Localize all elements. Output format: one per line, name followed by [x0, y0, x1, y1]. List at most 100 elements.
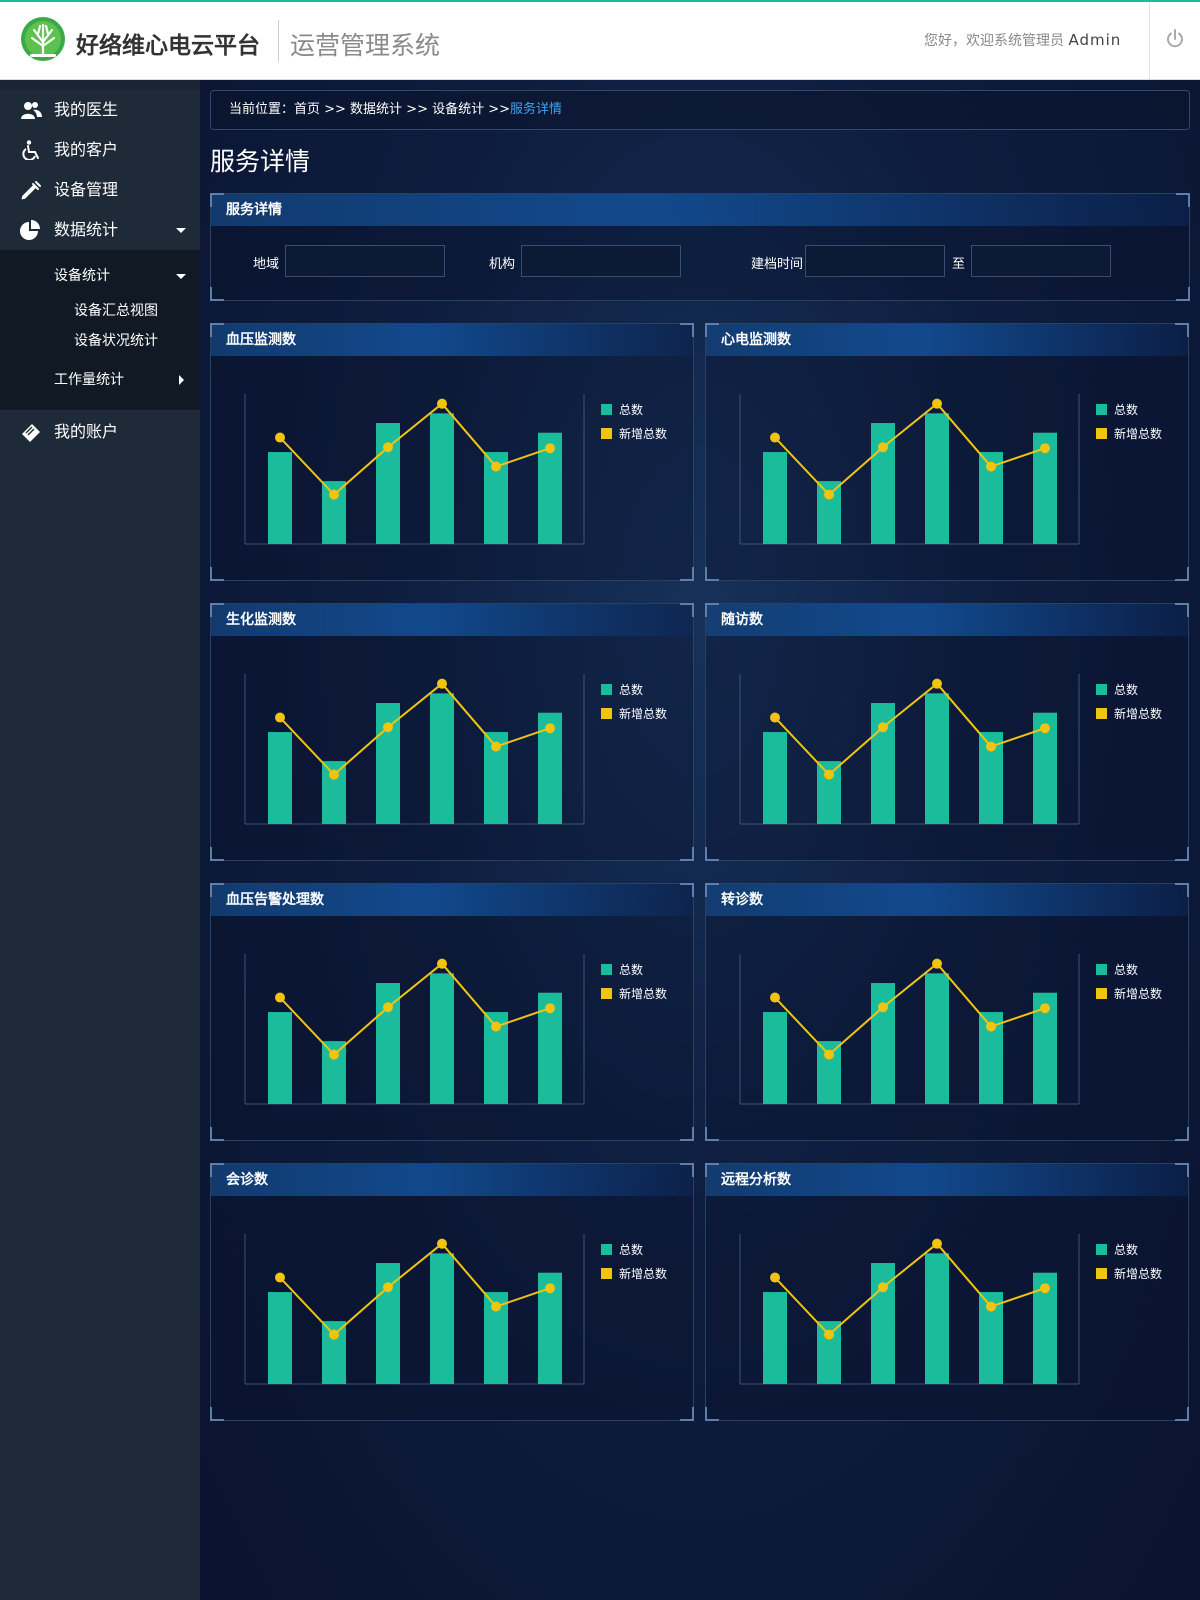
line-point — [437, 1238, 447, 1249]
line-point — [824, 489, 834, 500]
series-line — [774, 962, 1046, 1057]
bar — [268, 1012, 292, 1104]
chart-plot: 总数新增总数 — [739, 674, 1162, 825]
breadcrumb-current: 服务详情 — [510, 102, 563, 117]
legend-swatch — [1096, 988, 1107, 999]
line-point — [878, 442, 888, 453]
sidebar-item-status-stats[interactable]: 设备状况统计 — [0, 326, 200, 356]
legend-label: 新增总数 — [1114, 426, 1162, 441]
sidebar-item-my-account[interactable]: 我的账户 — [0, 412, 200, 452]
panel-corner — [680, 323, 694, 337]
legend-label: 总数 — [1114, 1242, 1138, 1257]
legend-swatch — [1096, 1268, 1107, 1279]
legend-label: 总数 — [1114, 962, 1138, 977]
chart-plot: 总数新增总数 — [739, 954, 1162, 1105]
series-line — [279, 402, 551, 497]
bar — [430, 693, 454, 824]
chart-panel: 血压监测数 总数 新增总数 — [210, 323, 694, 581]
sidebar-item-data-statistics[interactable]: 数据统计 — [0, 210, 200, 250]
region-input[interactable] — [285, 245, 445, 277]
line-point — [878, 1282, 888, 1293]
filter-panel-title: 服务详情 — [211, 194, 1189, 226]
line-point — [383, 1002, 393, 1013]
panel-corner — [680, 1163, 694, 1177]
series-line — [279, 682, 551, 777]
chevron-down-icon — [176, 228, 186, 233]
bar — [925, 1253, 949, 1384]
series-line — [774, 682, 1046, 777]
date-to-input[interactable] — [971, 245, 1111, 277]
panel-corner — [1175, 1163, 1189, 1177]
user-name[interactable]: Admin — [1068, 31, 1121, 49]
line-point — [491, 741, 501, 752]
sidebar-item-my-doctors[interactable]: 我的医生 — [0, 90, 200, 130]
page-title: 服务详情 — [210, 147, 311, 176]
to-label: 至 — [952, 257, 966, 272]
legend-label: 总数 — [619, 682, 643, 697]
syringe-icon — [21, 181, 41, 200]
org-input[interactable] — [521, 245, 681, 277]
legend-swatch — [1096, 964, 1107, 975]
bar — [430, 973, 454, 1104]
line-point — [932, 1238, 942, 1249]
legend-swatch — [601, 1244, 612, 1255]
line-point — [491, 1021, 501, 1032]
legend-label: 总数 — [1114, 402, 1138, 417]
power-icon[interactable] — [1164, 28, 1186, 50]
line-point — [770, 1272, 780, 1283]
line-point — [437, 958, 447, 969]
sidebar-item-label: 我的账户 — [54, 422, 119, 441]
panel-corner — [705, 603, 719, 617]
pie-chart-icon — [20, 220, 40, 240]
line-point — [986, 741, 996, 752]
header: 好络维心电云平台 运营管理系统 您好，欢迎系统管理员 Admin — [0, 2, 1200, 80]
line-point — [986, 1301, 996, 1312]
chart-title: 心电监测数 — [706, 324, 1188, 356]
line-point — [275, 712, 285, 723]
sidebar-item-summary-view[interactable]: 设备汇总视图 — [0, 296, 200, 326]
line-point — [878, 722, 888, 733]
breadcrumb-path[interactable]: 当前位置：首页 >> 数据统计 >> 设备统计 >> — [229, 102, 510, 117]
legend-label: 总数 — [619, 962, 643, 977]
sidebar-item-label: 数据统计 — [54, 220, 119, 239]
chart-panel: 心电监测数总数新增总数 — [705, 323, 1189, 581]
legend-label: 总数 — [1114, 682, 1138, 697]
bar — [925, 973, 949, 1104]
chart-panel: 随访数总数 新增总数 — [705, 603, 1189, 861]
line-point — [986, 461, 996, 472]
line-point — [275, 432, 285, 443]
legend-label: 新增总数 — [1114, 986, 1162, 1001]
wallet-icon — [22, 424, 40, 442]
series-line — [774, 1242, 1046, 1337]
line-point — [770, 432, 780, 443]
bar — [763, 452, 787, 544]
sidebar-item-my-clients[interactable]: 我的客户 — [0, 130, 200, 170]
brand-name: 好络维心电云平台 — [76, 33, 260, 59]
bar — [268, 452, 292, 544]
bar — [763, 1012, 787, 1104]
sidebar-item-device-management[interactable]: 设备管理 — [0, 170, 200, 210]
sidebar-subitem-label: 设备统计 — [54, 268, 110, 284]
chart-title: 随访数 — [706, 604, 1188, 636]
line-point — [770, 992, 780, 1003]
bar — [430, 1253, 454, 1384]
legend-swatch — [1096, 404, 1107, 415]
bar — [268, 732, 292, 824]
panel-corner — [210, 1163, 224, 1177]
sidebar-item-workload-stats[interactable]: 工作量统计 — [0, 360, 200, 400]
legend-label: 新增总数 — [619, 426, 667, 441]
sidebar-item-device-stats[interactable]: 设备统计 — [0, 256, 200, 296]
chevron-right-icon — [179, 375, 184, 385]
legend-swatch — [1096, 708, 1107, 719]
date-from-input[interactable] — [805, 245, 945, 277]
line-point — [329, 489, 339, 500]
panel-corner — [1175, 883, 1189, 897]
line-point — [1040, 443, 1050, 454]
panel-corner — [680, 603, 694, 617]
chevron-down-icon — [176, 274, 186, 279]
legend-swatch — [1096, 1244, 1107, 1255]
line-point — [1040, 1283, 1050, 1294]
bar — [763, 732, 787, 824]
panel-corner — [210, 883, 224, 897]
panel-corner — [1176, 287, 1190, 301]
